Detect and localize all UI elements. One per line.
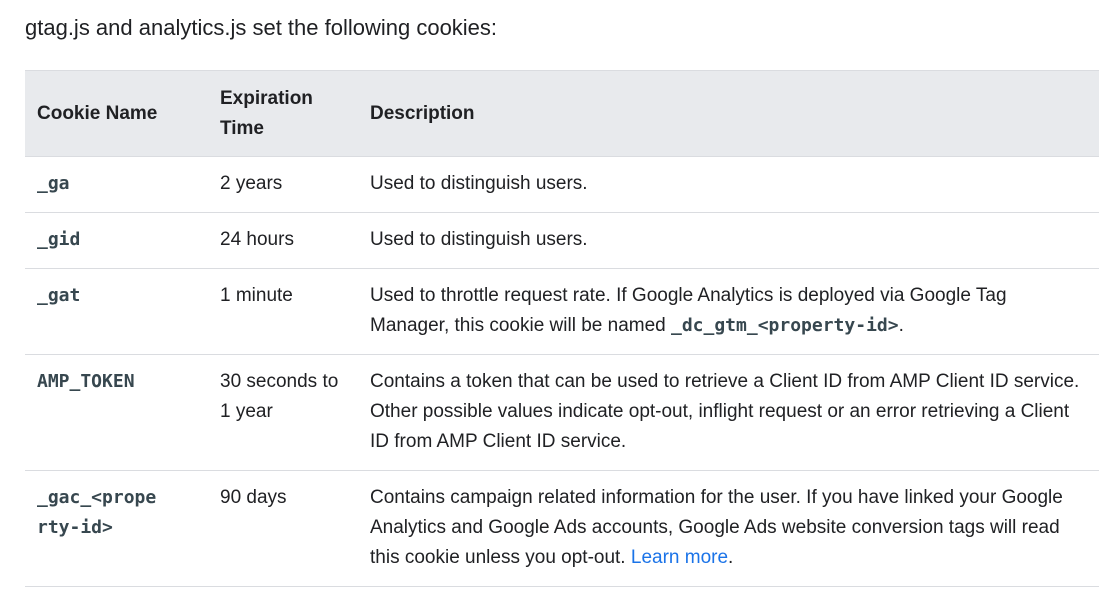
header-expiration-time: Expiration Time [208,70,358,157]
cookie-description: Used to throttle request rate. If Google… [358,268,1099,355]
cookie-expiration: 30 seconds to 1 year [208,354,358,471]
cookies-table: Cookie Name Expiration Time Description … [25,70,1099,587]
table-header-row: Cookie Name Expiration Time Description [25,70,1099,157]
description-text-end: . [898,315,904,336]
learn-more-link[interactable]: Learn more [631,547,728,568]
cookie-expiration: 2 years [208,156,358,213]
cookie-name-text: _gac_<property-id> [37,487,157,538]
cookie-name: _ga [25,156,208,213]
header-description: Description [358,70,1099,157]
cookie-description: Contains campaign related information fo… [358,470,1099,587]
header-expiration-label: Expiration Time [220,87,313,139]
header-cookie-name: Cookie Name [25,70,208,157]
cookie-name: _gac_<property-id> [25,470,208,587]
table-row: AMP_TOKEN 30 seconds to 1 year Contains … [25,354,1099,471]
cookie-expiration: 24 hours [208,212,358,269]
table-row: _gac_<property-id> 90 days Contains camp… [25,470,1099,587]
cookie-description: Used to distinguish users. [358,156,1099,213]
cookie-expiration: 90 days [208,470,358,587]
cookie-expiration-text: 30 seconds to 1 year [220,371,339,422]
table-row: _gid 24 hours Used to distinguish users. [25,212,1099,269]
cookie-name: AMP_TOKEN [25,354,208,471]
code-snippet: _dc_gtm_<property-id> [671,315,899,336]
cookie-name: _gid [25,212,208,269]
cookie-description: Used to distinguish users. [358,212,1099,269]
table-row: _gat 1 minute Used to throttle request r… [25,268,1099,355]
intro-text: gtag.js and analytics.js set the followi… [25,15,498,40]
description-text-end: . [728,547,734,568]
table-row: _ga 2 years Used to distinguish users. [25,156,1099,213]
cookie-expiration: 1 minute [208,268,358,355]
cookie-description: Contains a token that can be used to ret… [358,354,1099,471]
cookie-name: _gat [25,268,208,355]
